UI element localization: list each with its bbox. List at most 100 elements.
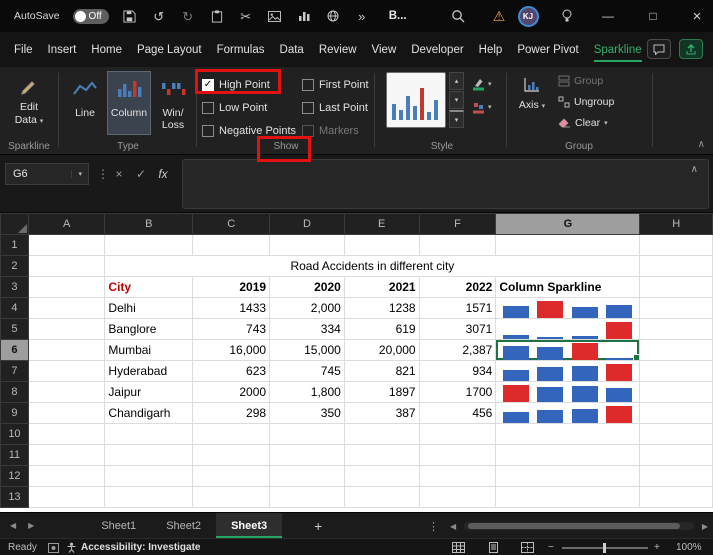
city-cell-hyderabad[interactable]: Hyderabad [104, 360, 194, 382]
cell[interactable] [418, 465, 497, 487]
sheet-nav-right-icon[interactable]: ▶ [28, 521, 34, 530]
tab-home[interactable]: Home [91, 32, 122, 67]
cell[interactable] [269, 444, 345, 466]
column-header-D[interactable]: D [269, 213, 345, 235]
cell-A9[interactable] [27, 402, 106, 424]
warning-icon[interactable]: ⚠ [489, 0, 509, 32]
chart-icon[interactable] [296, 8, 312, 24]
cell[interactable] [104, 423, 194, 445]
cell[interactable] [495, 444, 641, 466]
comments-button[interactable] [647, 39, 671, 59]
hscroll-thumb[interactable] [468, 523, 680, 529]
tab-sparkline[interactable]: Sparkline [593, 32, 642, 67]
sheet-tab-sheet2[interactable]: Sheet2 [151, 513, 216, 538]
zoom-slider[interactable] [562, 543, 648, 553]
edit-data-button[interactable]: Edit Data ▾ [5, 71, 53, 133]
value-cell[interactable]: 15,000 [269, 339, 345, 361]
avatar[interactable]: KJ [516, 0, 540, 32]
tab-power-pivot[interactable]: Power Pivot [517, 32, 578, 67]
table-header-2019[interactable]: 2019 [192, 276, 271, 298]
cell[interactable] [192, 486, 271, 508]
table-title-cell[interactable]: Road Accidents in different city [104, 255, 641, 277]
tab-page-layout[interactable]: Page Layout [137, 32, 202, 67]
city-cell-mumbai[interactable]: Mumbai [104, 339, 194, 361]
value-cell[interactable]: 743 [192, 318, 271, 340]
add-sheet-button[interactable]: + [300, 513, 336, 538]
sparkline-color-button[interactable]: ▾ [472, 74, 492, 94]
formula-bar-expand-icon[interactable]: ∧ [691, 164, 698, 175]
row-header-6[interactable]: 6 [0, 339, 29, 361]
toolbar-overflow-icon[interactable]: » [354, 8, 370, 24]
globe-icon[interactable] [325, 8, 341, 24]
cell[interactable] [192, 234, 271, 256]
cell[interactable] [27, 465, 106, 487]
value-cell[interactable]: 619 [343, 318, 420, 340]
value-cell[interactable]: 16,000 [192, 339, 271, 361]
value-cell[interactable]: 3071 [418, 318, 497, 340]
cell-A3[interactable] [27, 276, 106, 298]
column-header-F[interactable]: F [418, 213, 497, 235]
cell[interactable] [104, 234, 194, 256]
formula-input[interactable]: ∧ [182, 159, 709, 209]
tab-review[interactable]: Review [319, 32, 357, 67]
row-header-7[interactable]: 7 [0, 360, 29, 382]
table-header-2020[interactable]: 2020 [269, 276, 345, 298]
checkbox-low-point[interactable]: Low Point [202, 101, 302, 114]
sheet-tab-sheet1[interactable]: Sheet1 [86, 513, 151, 538]
cell[interactable] [269, 234, 345, 256]
horizontal-scrollbar[interactable] [464, 522, 694, 530]
cell-A6[interactable] [27, 339, 106, 361]
cell-A8[interactable] [27, 381, 106, 403]
page-break-view-icon[interactable] [521, 539, 534, 555]
zoom-slider-thumb[interactable] [603, 543, 606, 553]
sparkline-cell-G5[interactable] [495, 318, 641, 340]
cell-H4[interactable] [639, 297, 713, 319]
maximize-button[interactable]: □ [638, 0, 668, 32]
search-icon[interactable] [448, 0, 468, 32]
sheet-tab-sheet3[interactable]: Sheet3 [216, 513, 283, 538]
cell[interactable] [639, 465, 713, 487]
cut-icon[interactable]: ✂ [238, 8, 254, 24]
row-header-12[interactable]: 12 [0, 465, 29, 487]
save-icon[interactable] [122, 8, 138, 24]
city-cell-jaipur[interactable]: Jaipur [104, 381, 194, 403]
cell[interactable] [495, 423, 641, 445]
cell[interactable] [27, 234, 106, 256]
cell-H2[interactable] [639, 255, 713, 277]
page-layout-view-icon[interactable] [487, 539, 500, 555]
city-cell-delhi[interactable]: Delhi [104, 297, 194, 319]
value-cell[interactable]: 1897 [343, 381, 420, 403]
undo-icon[interactable]: ↺ [151, 8, 167, 24]
row-header-13[interactable]: 13 [0, 486, 29, 508]
cancel-icon[interactable]: × [110, 163, 128, 185]
cell-H6[interactable] [639, 339, 713, 361]
cell[interactable] [104, 486, 194, 508]
column-header-C[interactable]: C [192, 213, 271, 235]
cell[interactable] [192, 423, 271, 445]
zoom-out-button[interactable]: − [548, 539, 554, 555]
row-header-11[interactable]: 11 [0, 444, 29, 466]
cell-A5[interactable] [27, 318, 106, 340]
cell-H7[interactable] [639, 360, 713, 382]
paste-icon[interactable] [209, 8, 225, 24]
tab-data[interactable]: Data [280, 32, 304, 67]
cell[interactable] [418, 444, 497, 466]
row-header-9[interactable]: 9 [0, 402, 29, 424]
table-header-2022[interactable]: 2022 [418, 276, 497, 298]
sparkline-style-gallery[interactable] [386, 72, 446, 128]
cell-H5[interactable] [639, 318, 713, 340]
checkbox-markers[interactable]: Markers [302, 124, 390, 137]
cell[interactable] [639, 486, 713, 508]
checkbox-high-point[interactable]: ✓ High Point [202, 78, 302, 91]
value-cell[interactable]: 1433 [192, 297, 271, 319]
city-cell-banglore[interactable]: Banglore [104, 318, 194, 340]
sparkline-cell-G7[interactable] [495, 360, 641, 382]
collapse-ribbon-icon[interactable]: ∧ [698, 139, 705, 150]
cell[interactable] [269, 486, 345, 508]
insert-function-icon[interactable]: fx [154, 163, 172, 185]
value-cell[interactable]: 2,387 [418, 339, 497, 361]
type-button-column[interactable]: Column [107, 71, 151, 135]
value-cell[interactable]: 298 [192, 402, 271, 424]
cell[interactable] [639, 234, 713, 256]
group-button[interactable]: Group [558, 72, 614, 90]
